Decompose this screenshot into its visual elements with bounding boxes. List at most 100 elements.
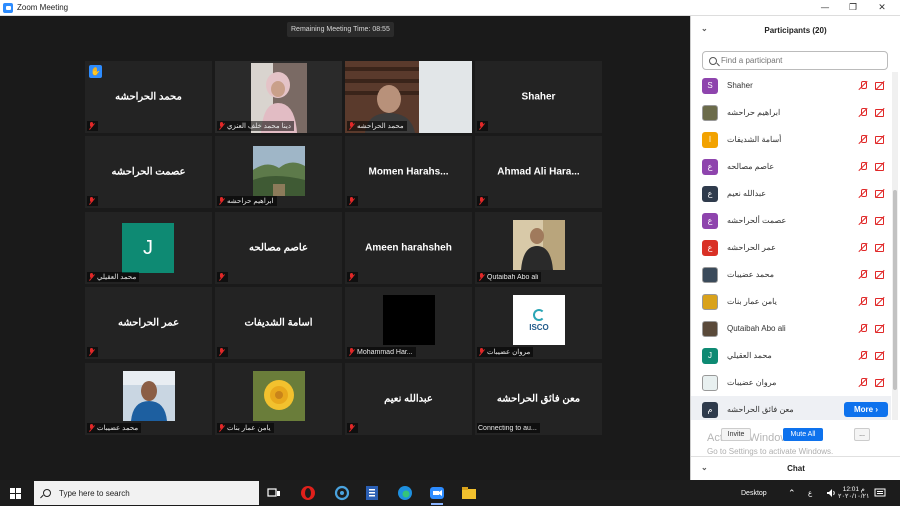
taskbar-search[interactable]: Type here to search — [34, 481, 259, 505]
participant-row[interactable]: ع عصمت ألحراحشه — [691, 207, 891, 234]
muted-mic-icon — [218, 348, 225, 356]
language-indicator[interactable]: ع — [808, 480, 812, 506]
muted-mic-icon — [348, 424, 355, 432]
collapse-chevron-icon[interactable]: ⌄ — [701, 24, 708, 33]
muted-mic-icon — [858, 162, 868, 171]
camera-off-icon — [875, 189, 885, 198]
notifications-icon[interactable] — [874, 480, 886, 506]
word-icon[interactable] — [363, 484, 381, 502]
tile-footer: ابراهيم حراحشه — [217, 196, 277, 206]
video-tile[interactable]: ISCO مروان عضيبات — [475, 287, 602, 359]
muted-mic-icon — [88, 424, 95, 432]
video-tile[interactable]: Mohammad Har... — [345, 287, 472, 359]
opera-icon[interactable] — [299, 484, 317, 502]
participant-avatar: J — [702, 347, 718, 364]
participant-search-input[interactable] — [721, 56, 871, 65]
participant-name: Ahmad Ali Hara... — [497, 166, 580, 178]
video-tile[interactable]: يامن عمار بنات — [215, 363, 342, 435]
video-tile[interactable]: معن فائق الحراحشه Connecting to au... — [475, 363, 602, 435]
close-button[interactable]: ✕ — [868, 0, 896, 16]
participant-label: Mohammad Har... — [357, 348, 413, 356]
volume-icon[interactable] — [826, 480, 836, 506]
chat-header[interactable]: ⌄ Chat — [691, 456, 900, 480]
video-tile[interactable]: محمد عضيبات — [85, 363, 212, 435]
windows-start-icon[interactable] — [10, 488, 21, 499]
more-options-button[interactable]: ... — [854, 428, 870, 441]
muted-mic-icon — [348, 348, 355, 356]
participant-name: Momen Harahs... — [368, 166, 449, 178]
camera-off-icon — [875, 324, 885, 333]
clock-time: 12:01 م — [842, 485, 865, 493]
muted-mic-icon — [88, 197, 95, 205]
restore-button[interactable]: ❐ — [839, 0, 867, 16]
search-icon — [43, 489, 51, 497]
video-tile[interactable]: Ameen harahsheh — [345, 212, 472, 284]
meeting-timer: Remaining Meeting Time: 08:55 — [287, 22, 394, 37]
video-tile-active-speaker[interactable]: دينا محمد خلف العنزي — [215, 61, 342, 133]
tile-footer: محمد العقيلي — [87, 272, 140, 282]
invite-button[interactable]: Invite — [721, 428, 751, 441]
scrollbar-thumb[interactable] — [893, 190, 897, 390]
muted-mic-icon — [478, 197, 485, 205]
participant-row[interactable]: ا أسامة الشديفات — [691, 126, 891, 153]
video-tile[interactable]: عاصم مصالحه — [215, 212, 342, 284]
task-view-icon[interactable] — [265, 484, 283, 502]
mute-all-button[interactable]: Mute All — [783, 428, 823, 441]
muted-mic-icon — [858, 378, 868, 387]
participant-row[interactable]: مروان عضيبات — [691, 369, 891, 396]
participant-avatar — [702, 293, 718, 310]
more-button[interactable]: More › — [844, 402, 888, 417]
video-tile[interactable]: عصمت ألحراحشه — [85, 136, 212, 208]
participant-row[interactable]: ع عبدالله نعيم — [691, 180, 891, 207]
tile-footer: محمد عضيبات — [87, 423, 142, 433]
zoom-taskbar-icon[interactable] — [428, 484, 446, 505]
participant-row[interactable]: ابراهيم حراحشه — [691, 99, 891, 126]
video-tile[interactable]: Shaher — [475, 61, 602, 133]
video-tile[interactable]: J محمد العقيلي — [85, 212, 212, 284]
muted-mic-icon — [858, 189, 868, 198]
participant-avatar: ع — [702, 212, 718, 229]
video-tile[interactable]: ✋ محمد الحراحشه — [85, 61, 212, 133]
participant-avatar — [702, 374, 718, 391]
participant-label: محمد الحراحشه — [357, 123, 404, 130]
tile-footer — [217, 272, 228, 282]
muted-mic-icon — [218, 122, 225, 130]
desktop-toolbar-label[interactable]: Desktop — [741, 480, 767, 506]
participant-avatar: J — [122, 223, 174, 273]
participant-row[interactable]: محمد عضيبات — [691, 261, 891, 288]
participant-row[interactable]: Qutaibah Abo ali — [691, 315, 891, 342]
video-tile[interactable]: عمر الحراحشه — [85, 287, 212, 359]
participant-row[interactable]: ع عمر الحراحشه — [691, 234, 891, 261]
participant-label: ابراهيم حراحشه — [227, 198, 274, 205]
participant-name: عمر الحراحشه — [727, 243, 776, 252]
video-tile[interactable]: عبدالله نعيم — [345, 363, 472, 435]
collapse-chevron-icon[interactable]: ⌄ — [701, 463, 708, 472]
video-tile[interactable]: Momen Harahs... — [345, 136, 472, 208]
tile-footer: دينا محمد خلف العنزي — [217, 121, 294, 131]
browser-icon[interactable] — [333, 484, 351, 502]
participants-header: ⌄ Participants (20) — [691, 16, 900, 44]
video-tile[interactable]: Qutaibah Abo ali — [475, 212, 602, 284]
participant-search[interactable] — [702, 51, 888, 70]
clock[interactable]: 12:01 م ٢٠٢٠/١٠/٢١ — [838, 480, 870, 506]
participant-row[interactable]: S Shaher — [691, 72, 891, 99]
minimize-button[interactable]: — — [811, 0, 839, 16]
participant-row[interactable]: م معن فائق الحراحشه More › — [691, 396, 891, 420]
video-tile[interactable]: أسامة الشديفات — [215, 287, 342, 359]
participants-scrollbar[interactable] — [892, 72, 898, 420]
file-explorer-icon[interactable] — [460, 484, 478, 502]
gallery-view: Remaining Meeting Time: 08:55 ✋ محمد الح… — [0, 16, 690, 480]
isco-logo: ISCO — [513, 295, 565, 345]
participants-title: Participants (20) — [764, 25, 827, 35]
edge-icon[interactable] — [396, 484, 414, 502]
participant-row[interactable]: يامن عمار بنات — [691, 288, 891, 315]
show-hidden-icons-icon[interactable]: ⌃ — [788, 480, 796, 506]
participant-name: مروان عضيبات — [727, 378, 777, 387]
video-tile[interactable]: ابراهيم حراحشه — [215, 136, 342, 208]
participant-name: ابراهيم حراحشه — [727, 108, 781, 117]
video-tile[interactable]: Ahmad Ali Hara... — [475, 136, 602, 208]
video-tile[interactable]: محمد الحراحشه — [345, 61, 472, 133]
participant-row[interactable]: ع عاصم مصالحه — [691, 153, 891, 180]
participant-row[interactable]: J محمد العقيلي — [691, 342, 891, 369]
participant-profile-picture — [123, 371, 175, 421]
